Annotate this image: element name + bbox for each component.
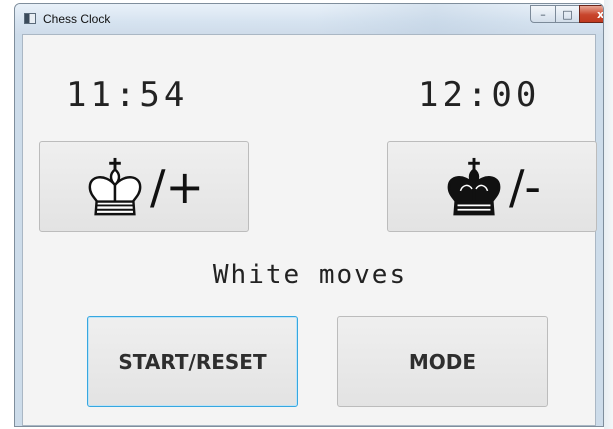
black-decrement-button[interactable]: /-: [387, 141, 597, 232]
window-title: Chess Clock: [43, 12, 111, 26]
white-increment-symbol: /+: [149, 159, 205, 214]
black-time-display: 12:00: [418, 75, 541, 115]
close-button[interactable]: x: [579, 5, 604, 23]
black-king-icon: [447, 157, 501, 215]
maximize-icon: □: [562, 7, 573, 21]
clock-panel: 11:54 12:00 /+ /- White moves START/RESE…: [22, 34, 597, 426]
start-reset-label: START/RESET: [118, 349, 267, 374]
app-icon: [24, 13, 36, 24]
desktop-background: [604, 0, 613, 429]
title-bar-glass: [315, 4, 555, 34]
maximize-button[interactable]: □: [555, 5, 580, 23]
title-bar[interactable]: Chess Clock – □ x: [15, 4, 603, 34]
mode-button[interactable]: MODE: [337, 316, 548, 407]
mode-label: MODE: [408, 349, 477, 374]
start-reset-button[interactable]: START/RESET: [87, 316, 298, 407]
close-icon: x: [596, 7, 604, 21]
white-time-display: 11:54: [66, 75, 189, 115]
black-decrement-symbol: /-: [508, 159, 542, 214]
white-increment-button[interactable]: /+: [39, 141, 249, 232]
minimize-icon: –: [540, 7, 546, 21]
app-window: Chess Clock – □ x 11:54 12:00 /+ /- Whit…: [14, 3, 604, 427]
turn-status: White moves: [212, 260, 408, 290]
white-king-icon: [88, 157, 142, 215]
minimize-button[interactable]: –: [530, 5, 556, 23]
